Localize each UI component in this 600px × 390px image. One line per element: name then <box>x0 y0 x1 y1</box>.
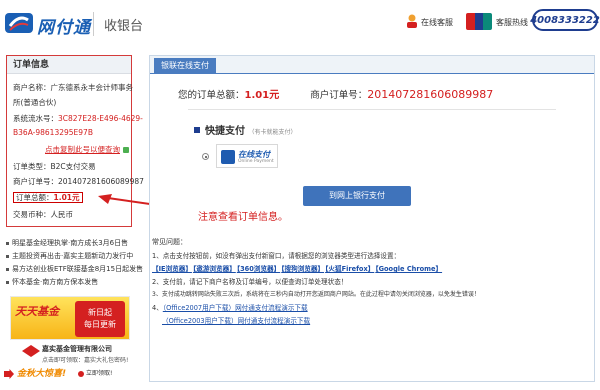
logo-text: 网付通 <box>37 18 91 38</box>
quick-pay-label: 快捷支付 <box>205 126 245 137</box>
online-pay-option[interactable]: 在线支付 Online Payment <box>216 144 278 168</box>
check-order-notice: 注意查看订单信息。 <box>198 212 288 223</box>
online-pay-radio[interactable] <box>202 153 209 160</box>
browser-link-firefox[interactable]: 【火狐Firefox】 <box>325 265 374 273</box>
browser-link-ie[interactable]: 【IE浏览器】 <box>152 265 192 273</box>
merchant-name-row: 商户名称：广东德系永丰会计师事务 <box>13 82 133 93</box>
header-divider <box>93 12 94 36</box>
fund-company-slogan[interactable]: 点击即可领取：嘉实大礼包密码! <box>42 355 128 364</box>
fund-company-logo-icon <box>22 345 40 357</box>
promo-text[interactable]: 金秋大惊喜! <box>17 366 66 379</box>
currency: 交易币种：人民币 <box>13 210 73 219</box>
browser-link-maxthon[interactable]: 【遨游浏览器】 <box>193 265 236 273</box>
quick-pay-title: 快捷支付 （有卡就能支付） <box>205 122 297 137</box>
faq-item-4-prefix: 4、 <box>152 304 163 312</box>
ad-badge: 新日起 每日更新 <box>75 301 125 337</box>
online-pay-sublabel: Online Payment <box>238 159 274 164</box>
quick-pay-bullet-icon <box>194 127 200 133</box>
order-info-title: 订单信息 <box>7 56 131 74</box>
ad-headline: 天天基金 <box>15 305 59 318</box>
news-item[interactable]: 易方达创业板ETF联接基金8月15日起发售 <box>6 264 143 274</box>
tab-bar: 银联在线支付 <box>150 56 594 74</box>
faq-title: 常见问题： <box>152 238 187 246</box>
promo-arrow-icon <box>4 369 14 379</box>
order-no-value: 201407281606089987 <box>367 88 494 101</box>
serial-row: 系统流水号：3C827E28-E496-4629- <box>13 113 143 124</box>
wangfutong-logo-icon <box>5 13 33 33</box>
tab-unionpay-online[interactable]: 银联在线支付 <box>154 58 216 74</box>
amount-label: 您的订单总额： <box>178 90 245 101</box>
claim-icon <box>78 370 84 377</box>
promo-claim-label[interactable]: 立即领取! <box>86 370 112 377</box>
customer-service-link[interactable]: 在线客服 <box>421 17 453 28</box>
faq-item-4: 4、（Office2007用户下载）网付通支付流程演示下载 <box>152 302 308 312</box>
faq-item-3: 3、支付成功跳转网站失败三次后，系统将在三秒内自动打开您返回商户网站。在此过程中… <box>152 291 480 298</box>
faq-item-2: 2、支付前，请记下商户名称及订单编号，以便查询订单处理状态！ <box>152 278 348 286</box>
copy-serial-row: 点击复制此号以便查询 <box>45 144 129 155</box>
order-total-value: 1.01元 <box>53 193 80 202</box>
serial-number-cont: B36A-98613295E97B <box>13 128 93 137</box>
browser-link-sogou[interactable]: 【搜狗浏览器】 <box>281 265 324 273</box>
order-total-box: 订单总额：1.01元 <box>13 192 83 203</box>
payment-panel: 银联在线支付 您的订单总额：1.01元 商户订单号：20140728160608… <box>149 55 595 382</box>
pay-online-bank-button[interactable]: 到网上银行支付 <box>303 186 411 206</box>
promo-claim-button[interactable]: 立即领取! <box>78 368 112 377</box>
copy-icon[interactable] <box>123 147 129 153</box>
summary-divider <box>188 109 556 110</box>
order-type: 订单类型：B2C支付交易 <box>13 162 96 171</box>
news-item[interactable]: 主题投资再出击·嘉实主题新动力发行中 <box>6 251 133 261</box>
ad-badge-line2: 每日更新 <box>84 320 116 329</box>
news-item-label[interactable]: 怀本基金·南方南方保本发售 <box>12 278 98 286</box>
order-total-row: 订单总额：1.01元 <box>13 192 83 203</box>
quick-pay-subtitle: （有卡就能支付） <box>248 129 297 136</box>
merchant-name: 广东德系永丰会计师事务 <box>50 83 134 92</box>
merchant-name-cont: 所(普通合伙) <box>13 98 57 107</box>
copy-serial-link[interactable]: 点击复制此号以便查询 <box>45 145 120 154</box>
news-item[interactable]: 怀本基金·南方南方保本发售 <box>6 277 98 287</box>
news-item-label[interactable]: 主题投资再出击·嘉实主题新动力发行中 <box>12 252 133 260</box>
customer-service-icon[interactable] <box>406 14 418 28</box>
hotline-number: 4008333222 <box>530 9 600 31</box>
download-office2007-link[interactable]: （Office2007用户下载）网付通支付流程演示下载 <box>163 304 308 312</box>
unionpay-card-icon <box>221 150 235 164</box>
browser-link-chrome[interactable]: 【Google Chrome】 <box>375 265 442 273</box>
download-office2003-link[interactable]: （Office2003用户下载）网付通支付流程演示下载 <box>162 315 310 325</box>
fund-company-name: 嘉实基金管理有限公司 <box>42 345 112 353</box>
news-item-label[interactable]: 易方达创业板ETF联接基金8月15日起发售 <box>12 265 143 273</box>
unionpay-logo-icon <box>466 13 492 30</box>
faq-item-1: 1、点击支付按钮前，如没有弹出支付新窗口，请根据您的浏览器类型进行选择设置： <box>152 252 401 260</box>
browser-link-360[interactable]: 【360浏览器】 <box>237 265 280 273</box>
browser-links: 【IE浏览器】【遨游浏览器】【360浏览器】【搜狗浏览器】【火狐Firefox】… <box>152 263 443 273</box>
fund-ad-banner[interactable]: 天天基金 新日起每日更新 <box>10 296 130 340</box>
merchant-label: 商户名称： <box>13 83 51 92</box>
serial-label: 系统流水号： <box>13 114 58 123</box>
ad-badge-line1: 新日起 <box>88 308 112 317</box>
page-subtitle: 收银台 <box>104 19 144 34</box>
merchant-order-no: 商户订单号：201407281606089987 <box>13 177 144 186</box>
order-total-label: 订单总额： <box>16 193 54 202</box>
order-no-label: 商户订单号： <box>310 90 368 101</box>
news-item[interactable]: 明星基金经理执掌·南方成长3月6日售 <box>6 238 128 248</box>
amount-value: 1.01元 <box>244 90 280 101</box>
hotline-label: 客服热线 <box>496 18 528 27</box>
news-item-label[interactable]: 明星基金经理执掌·南方成长3月6日售 <box>12 239 128 247</box>
order-summary-row: 您的订单总额：1.01元 商户订单号：201407281606089987 <box>178 86 493 101</box>
header: 网付通 收银台 在线客服 客服热线 4008333222 <box>0 0 600 48</box>
serial-number: 3C827E28-E496-4629- <box>58 114 143 123</box>
